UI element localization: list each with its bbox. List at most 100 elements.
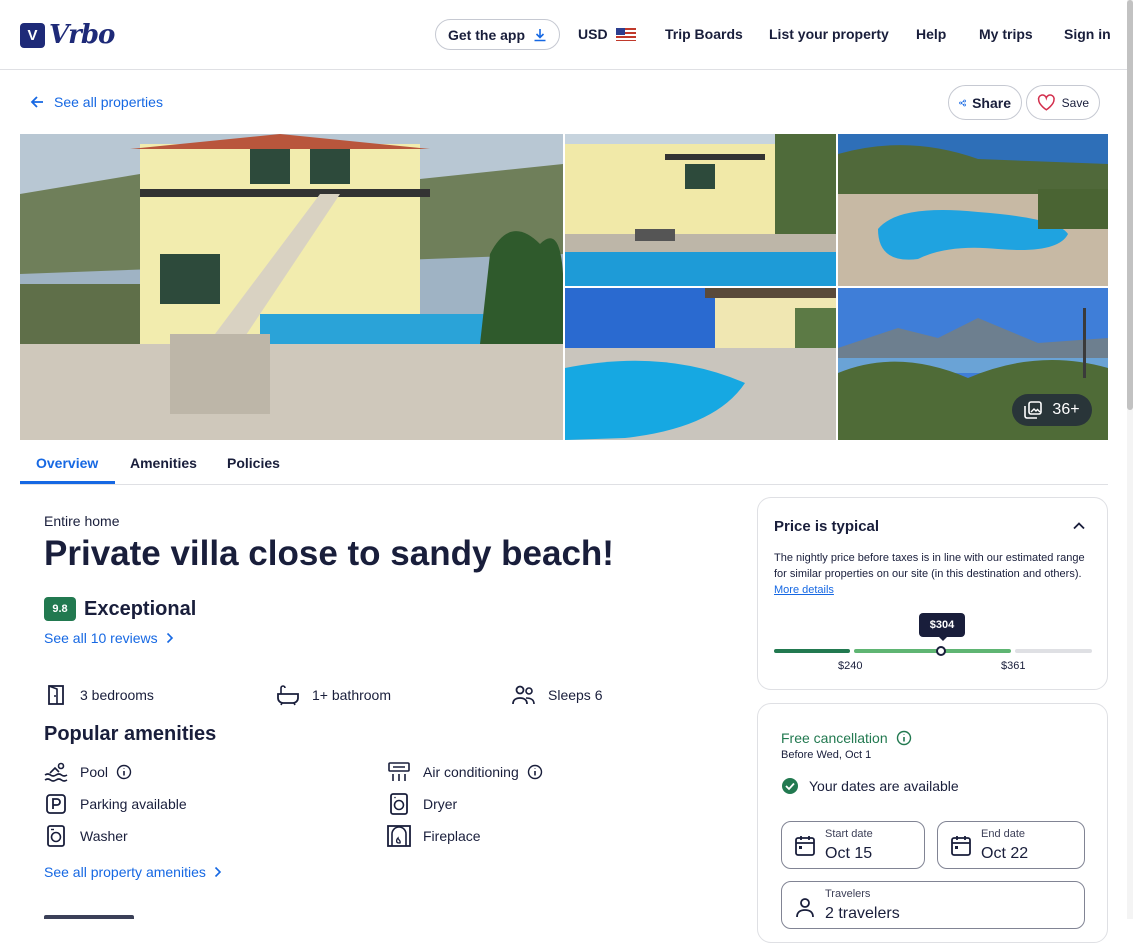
more-photos-count: 36+ (1052, 401, 1080, 418)
see-all-properties-label: See all properties (54, 94, 163, 110)
info-icon[interactable] (896, 730, 912, 746)
price-insight-card: Price is typical The nightly price befor… (757, 497, 1108, 690)
scrollbar-thumb[interactable] (1127, 0, 1133, 410)
fact-bathrooms: 1+ bathroom (276, 683, 391, 707)
photo-pool-side[interactable] (565, 288, 836, 440)
availability-label: Your dates are available (809, 778, 959, 794)
see-all-reviews-link[interactable]: See all 10 reviews (44, 630, 174, 646)
chevron-up-icon[interactable] (1072, 519, 1086, 533)
sleeps-label: Sleeps 6 (548, 687, 603, 703)
save-button[interactable]: Save (1026, 85, 1100, 120)
amenity-washer: Washer (44, 824, 128, 848)
check-circle-icon (782, 778, 798, 794)
info-icon[interactable] (116, 764, 132, 780)
villa-with-pool-image (565, 134, 836, 286)
vrbo-logo[interactable]: V Vrbo (20, 20, 115, 50)
price-range-low-segment (774, 649, 850, 653)
start-date-label: Start date (825, 828, 873, 840)
nav-sign-in[interactable]: Sign in (1064, 26, 1111, 42)
amenity-pool: Pool (44, 760, 132, 784)
amenity-washer-label: Washer (80, 828, 128, 844)
price-range-typical-segment (854, 649, 1011, 653)
travelers-field[interactable]: Travelers 2 travelers (781, 881, 1085, 929)
info-icon[interactable] (527, 764, 543, 780)
more-photos-button[interactable]: 36+ (1012, 394, 1092, 426)
current-price-marker (936, 646, 946, 656)
price-range-high-segment (1015, 649, 1092, 653)
tab-overview[interactable]: Overview (36, 455, 98, 471)
tab-amenities[interactable]: Amenities (130, 455, 197, 471)
calendar-icon (795, 836, 815, 856)
fireplace-icon (387, 824, 411, 848)
dryer-icon (387, 792, 411, 816)
top-navigation-bar: V Vrbo Get the app USD Trip Boards List … (0, 0, 1133, 70)
price-card-description: The nightly price before taxes is in lin… (774, 550, 1096, 598)
currency-selector[interactable]: USD (578, 26, 636, 42)
amenity-air-conditioning: Air conditioning (387, 760, 543, 784)
end-date-value: Oct 22 (981, 845, 1029, 862)
travelers-value: 2 travelers (825, 905, 900, 922)
pool-image (838, 134, 1108, 286)
more-details-link[interactable]: More details (774, 584, 834, 596)
end-date-label: End date (981, 828, 1026, 840)
bedrooms-label: 3 bedrooms (80, 687, 154, 703)
download-icon (534, 28, 546, 41)
villa-exterior-image (20, 134, 563, 440)
share-label: Share (972, 94, 1011, 111)
get-the-app-label: Get the app (448, 26, 526, 43)
start-date-value: Oct 15 (825, 845, 873, 862)
price-card-title: Price is typical (774, 518, 880, 535)
get-the-app-button[interactable]: Get the app (435, 19, 561, 50)
us-flag-icon (615, 28, 636, 41)
arrow-left-icon (30, 96, 43, 108)
rating-badge: 9.8 (44, 597, 76, 621)
tab-policies[interactable]: Policies (227, 455, 280, 471)
photo-pool[interactable] (838, 134, 1108, 286)
start-date-field[interactable]: Start date Oct 15 (781, 821, 925, 869)
next-section-heading-clipped (44, 910, 164, 919)
fact-sleeps: Sleeps 6 (512, 683, 602, 707)
chevron-right-icon (214, 866, 222, 878)
free-cancellation-label: Free cancellation (781, 730, 888, 746)
end-date-field[interactable]: End date Oct 22 (937, 821, 1085, 869)
page-scrollbar[interactable] (1127, 0, 1133, 919)
nav-my-trips[interactable]: My trips (979, 26, 1033, 42)
logo-mark: V (20, 22, 45, 48)
property-title: Private villa close to sandy beach! (44, 534, 614, 573)
nav-list-your-property[interactable]: List your property (769, 26, 889, 42)
currency-label: USD (578, 26, 608, 42)
nav-trip-boards[interactable]: Trip Boards (665, 26, 743, 42)
cancellation-deadline: Before Wed, Oct 1 (781, 749, 872, 761)
people-icon (512, 683, 536, 707)
amenity-pool-label: Pool (80, 764, 109, 780)
share-button[interactable]: Share (948, 85, 1022, 120)
free-cancellation: Free cancellation (781, 730, 912, 746)
bathrooms-label: 1+ bathroom (312, 687, 391, 703)
save-label: Save (1061, 95, 1089, 110)
see-all-amenities-link[interactable]: See all property amenities (44, 864, 222, 880)
amenity-fireplace: Fireplace (387, 824, 481, 848)
nav-help[interactable]: Help (916, 26, 946, 42)
main-photo-villa[interactable] (20, 134, 563, 440)
property-type: Entire home (44, 513, 120, 529)
photo-villa-pool[interactable] (565, 134, 836, 286)
travelers-label: Travelers (825, 888, 871, 900)
amenity-parking-label: Parking available (80, 796, 187, 812)
amenity-dryer-label: Dryer (423, 796, 458, 812)
price-range-high-label: $361 (1001, 660, 1026, 672)
see-all-reviews-label: See all 10 reviews (44, 630, 158, 646)
pool-and-house-image (565, 288, 836, 440)
amenity-fireplace-label: Fireplace (423, 828, 481, 844)
washer-icon (44, 824, 68, 848)
bathtub-icon (276, 683, 300, 707)
gallery-icon (1024, 401, 1043, 419)
see-all-properties-link[interactable]: See all properties (30, 94, 163, 110)
amenity-dryer: Dryer (387, 792, 457, 816)
logo-text: Vrbo (49, 20, 115, 50)
section-tabs: Overview Amenities Policies (20, 440, 1108, 485)
door-icon (44, 683, 68, 707)
air-conditioning-icon (387, 760, 411, 784)
fact-bedrooms: 3 bedrooms (44, 683, 154, 707)
photo-view[interactable]: 36+ (838, 288, 1108, 440)
see-all-amenities-label: See all property amenities (44, 864, 206, 880)
